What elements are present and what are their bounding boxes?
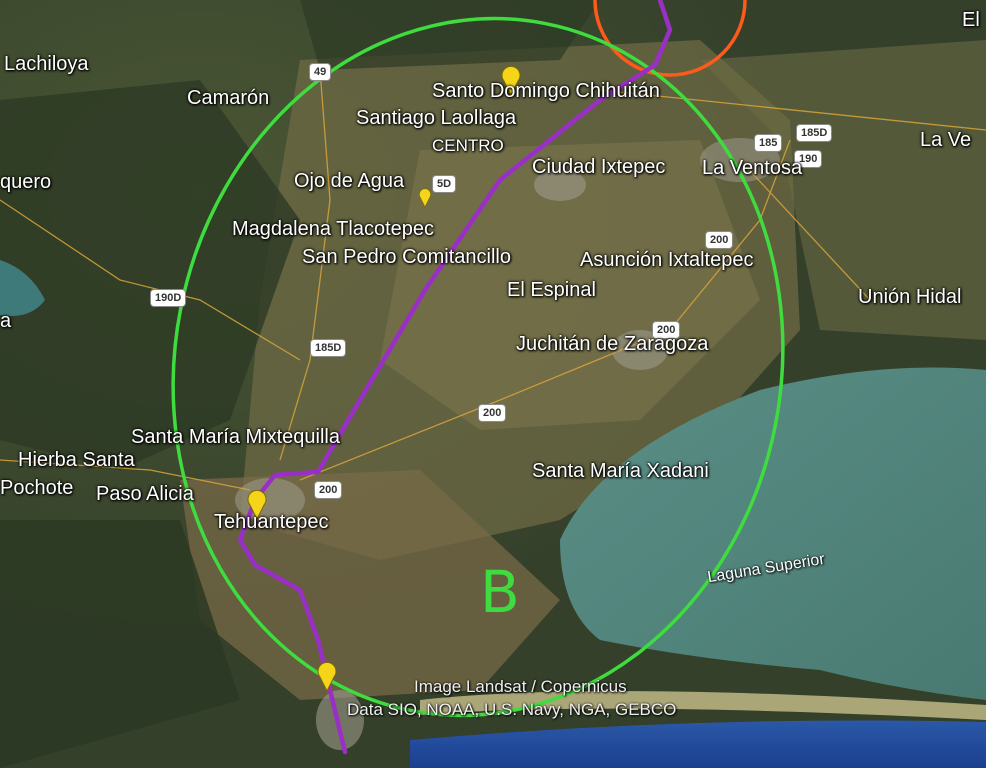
place-label: Pochote xyxy=(0,477,74,499)
place-label: Unión Hidal xyxy=(858,286,962,308)
map-view[interactable]: 49 185 185D 190 190D 185D 200 200 200 20… xyxy=(0,0,986,768)
highway-shield: 200 xyxy=(314,481,343,499)
highway-shield: 200 xyxy=(705,231,734,249)
place-label: Ciudad Ixtepec xyxy=(532,156,666,178)
zone-b-label: B xyxy=(480,558,520,626)
place-label: Santo Domingo Chihuitán xyxy=(432,80,660,102)
highway-shield: 185 xyxy=(754,134,783,152)
place-label: Lachiloya xyxy=(4,53,89,75)
imagery-attribution: Image Landsat / Copernicus xyxy=(414,677,627,696)
place-label: La Ve xyxy=(920,129,972,151)
highway-shield: 190D xyxy=(150,289,187,307)
place-label: Juchitán de Zaragoza xyxy=(516,333,709,355)
place-label: Santa María Xadani xyxy=(532,460,709,482)
highway-shield: 185D xyxy=(310,339,347,357)
highway-shield: 49 xyxy=(309,63,332,81)
highway-shield: 200 xyxy=(478,404,507,422)
data-attribution: Data SIO, NOAA, U.S. Navy, NGA, GEBCO xyxy=(347,700,677,719)
place-label: La Ventosa xyxy=(702,157,803,179)
place-label: Santa María Mixtequilla xyxy=(131,426,340,448)
map-pin-icon[interactable] xyxy=(418,188,432,208)
place-label: Tehuantepec xyxy=(214,511,329,533)
place-label: San Pedro Comitancillo xyxy=(302,246,511,268)
map-pin-icon[interactable] xyxy=(316,662,338,692)
place-label: Hierba Santa xyxy=(18,449,135,471)
place-label: El xyxy=(962,9,980,31)
place-label: CENTRO xyxy=(432,136,504,155)
place-label: El Espinal xyxy=(507,279,596,301)
place-label: Ojo de Agua xyxy=(294,170,405,192)
place-label: quero xyxy=(0,171,52,193)
highway-shield: 5D xyxy=(432,175,457,193)
highway-shield: 185D xyxy=(796,124,833,142)
place-label: Magdalena Tlacotepec xyxy=(232,218,434,240)
place-label: Camarón xyxy=(187,87,270,109)
place-label: Paso Alicia xyxy=(96,483,194,505)
place-label: a xyxy=(0,310,12,332)
place-label: Santiago Laollaga xyxy=(356,107,517,129)
place-label: Asunción Ixtaltepec xyxy=(580,249,754,271)
